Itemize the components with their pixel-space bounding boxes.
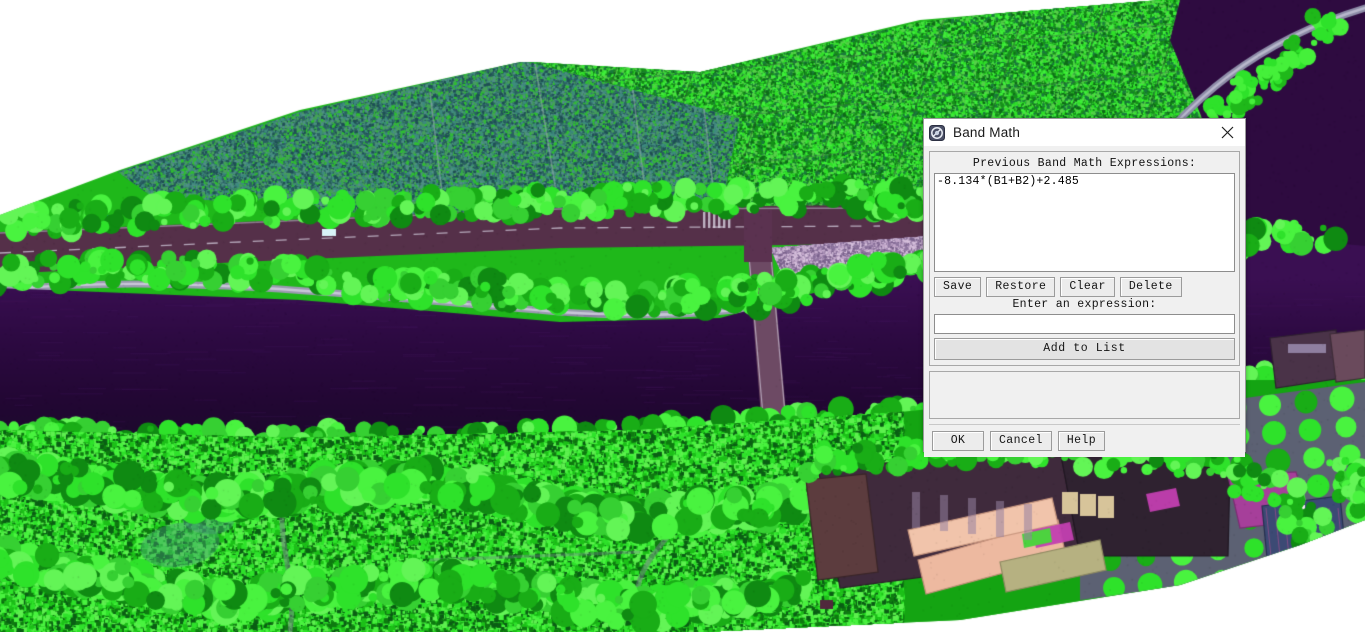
expressions-panel: Previous Band Math Expressions: -8.134*(… — [929, 151, 1240, 366]
save-button[interactable]: Save — [934, 277, 982, 297]
list-item[interactable]: -8.134*(B1+B2)+2.485 — [935, 175, 1234, 189]
dialog-footer: OK Cancel Help — [929, 424, 1240, 457]
dialog-title: Band Math — [953, 125, 1021, 140]
previous-expressions-list[interactable]: -8.134*(B1+B2)+2.485 — [934, 173, 1235, 272]
add-to-list-button[interactable]: Add to List — [934, 338, 1235, 360]
cancel-button[interactable]: Cancel — [990, 431, 1052, 451]
ok-button[interactable]: OK — [932, 431, 984, 451]
previous-expressions-label: Previous Band Math Expressions: — [972, 157, 1197, 170]
restore-button[interactable]: Restore — [986, 277, 1056, 297]
enter-expression-label: Enter an expression: — [1012, 298, 1157, 311]
dialog-titlebar[interactable]: Band Math — [924, 119, 1245, 146]
clear-button[interactable]: Clear — [1060, 277, 1115, 297]
dialog-body: Previous Band Math Expressions: -8.134*(… — [924, 146, 1245, 457]
help-button[interactable]: Help — [1057, 431, 1106, 451]
list-action-buttons: Save Restore Clear Delete — [934, 277, 1235, 297]
close-icon[interactable] — [1209, 120, 1245, 146]
envi-app-icon — [929, 124, 945, 141]
band-math-dialog[interactable]: Band Math Previous Band Math Expressions… — [923, 118, 1246, 457]
status-panel — [929, 371, 1240, 419]
delete-button[interactable]: Delete — [1119, 277, 1182, 297]
expression-input[interactable] — [934, 314, 1235, 334]
